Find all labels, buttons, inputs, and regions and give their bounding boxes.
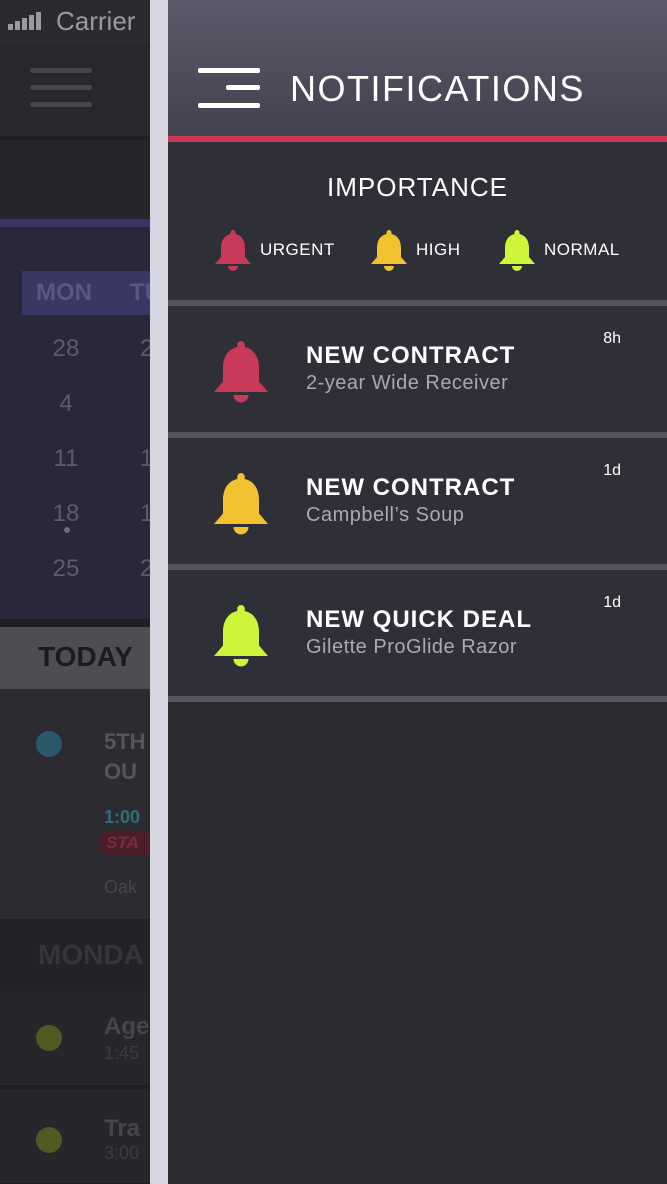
notification-time: 1d [603,594,621,611]
legend-label: NORMAL [544,240,620,259]
calendar-date: 25 [52,555,80,582]
today-label: TODAY [38,641,133,672]
event-status-badge: STA [98,831,158,855]
page-title: NOTIFICATIONS [290,68,585,109]
event-color-dot [36,731,62,757]
background-calendar: MON TU 28 4 11 18 25 2 1 1 2 [0,227,162,619]
notification-title: NEW CONTRACT [306,474,516,501]
list-item-title: Age [104,1013,150,1040]
notification-title: NEW QUICK DEAL [306,606,532,633]
notification-subtitle: Campbell’s Soup [306,504,465,526]
notification-title: NEW CONTRACT [306,342,516,369]
background-divider [0,219,150,227]
list-item-time: 1:45 [104,1043,140,1063]
calendar-day-header: MON TU [22,271,162,315]
background-event: 5TH OU 1:00 STA Oak [0,689,158,919]
bell-icon [371,230,407,271]
notifications-drawer: NOTIFICATIONS IMPORTANCE URGENT HIGH NOR… [168,0,667,1184]
event-color-dot [36,1127,62,1153]
bell-icon [215,230,251,271]
legend-title: IMPORTANCE [327,172,508,202]
event-title-line1: 5TH [104,729,146,754]
list-item-title: Tra [104,1115,141,1142]
legend-label: HIGH [416,240,461,259]
list-item: Age 1:45 [0,991,150,1087]
calendar-date: 4 [59,390,73,417]
calendar-date: 11 [53,445,79,472]
background-menu-icon [30,68,92,119]
today-section-header: TODAY [0,627,150,689]
legend-item-urgent: URGENT [212,228,335,272]
event-color-dot [36,1025,62,1051]
bell-icon [214,341,268,403]
signal-strength-icon [8,12,41,30]
menu-icon[interactable] [198,68,262,110]
bell-icon [499,230,535,271]
notification-time: 8h [603,330,621,347]
notification-time: 1d [603,462,621,479]
drawer-edge [150,0,168,1184]
monday-section-header: MONDA [0,919,150,991]
event-time: 1:00 [104,807,141,827]
bell-icon [214,473,268,535]
calendar-date: 28 [52,335,80,362]
importance-legend: IMPORTANCE URGENT HIGH NORMAL [168,142,667,300]
monday-label: MONDA [38,939,144,970]
list-item-time: 3:00 [104,1143,140,1163]
notification-item[interactable]: NEW CONTRACT Campbell’s Soup 1d [168,438,667,564]
notification-subtitle: Gilette ProGlide Razor [306,636,518,658]
event-title-line2: OU [104,759,137,784]
empty-area [168,702,667,1184]
day-label-mon: MON [36,279,92,306]
carrier-label: Carrier [56,6,136,36]
notification-item[interactable]: NEW QUICK DEAL Gilette ProGlide Razor 1d [168,570,667,696]
drawer-header: NOTIFICATIONS [168,0,667,136]
list-item: Tra 3:00 [0,1089,150,1184]
notification-subtitle: 2-year Wide Receiver [306,372,509,394]
notification-item[interactable]: NEW CONTRACT 2-year Wide Receiver 8h [168,306,667,432]
legend-label: URGENT [260,240,335,259]
legend-item-normal: NORMAL [496,228,620,272]
bell-icon [214,605,268,667]
event-location: Oak [104,877,138,897]
event-dot [64,527,70,533]
legend-item-high: HIGH [368,228,461,272]
calendar-date: 18 [52,500,80,527]
